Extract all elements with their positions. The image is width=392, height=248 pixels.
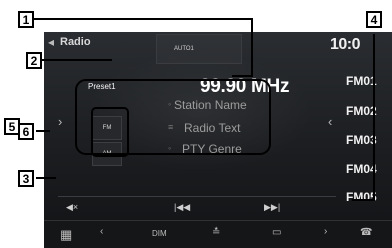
genre-icon: ◦ [168,143,172,153]
dim-button[interactable]: DIM [152,229,167,238]
callout-2: 2 [26,52,42,69]
callout-3: 3 [18,170,34,187]
mute-button[interactable]: ◀× [66,202,78,213]
station-icon: ◦ [168,99,172,109]
callout-4: 4 [366,11,382,28]
preset-item-4[interactable]: FM04 [346,162,377,176]
preset-label: Preset1 [88,82,116,91]
callout-6: 6 [18,123,34,140]
phone-icon[interactable]: ☎ [360,227,372,238]
mode-indicator-box [156,34,242,64]
frequency-display: 99.90 MHz [200,76,290,97]
window-title: Radio [60,36,91,48]
equalizer-icon[interactable]: ≛ [212,227,220,238]
callout-1: 1 [18,11,34,28]
home-grid-icon[interactable]: ▦ [60,227,72,243]
clock: 10:0 [330,36,361,53]
mode-indicator: AUTO1 [174,46,194,52]
screen-mirror-icon[interactable]: ▭ [272,227,281,238]
preset-item-3[interactable]: FM03 [346,133,377,147]
preset-item-5[interactable]: FM05 [346,190,377,204]
bottom-left-arrow-icon[interactable]: ‹ [100,226,103,237]
preset-item-2[interactable]: FM02 [346,104,377,118]
band-button-am[interactable]: AM [92,142,122,166]
preset-item-1[interactable]: FM01 [346,74,377,88]
band-button-fm[interactable]: FM [92,116,122,140]
text-icon: ≡ [168,122,174,132]
station-name: Station Name [174,98,247,112]
control-bar [58,196,336,219]
radio-text: Radio Text [184,121,241,135]
expand-left-arrow-icon[interactable]: › [58,114,62,129]
seek-back-button[interactable]: |◀◀ [174,202,190,213]
seek-forward-button[interactable]: ▶▶| [264,202,280,213]
radio-screen: ◂ Radio AUTO1 10:0 Preset1 99.90 MHz ◦ S… [44,32,392,248]
back-arrow-icon[interactable]: ◂ [48,35,54,49]
pty-genre: PTY Genre [182,142,242,156]
bottom-right-arrow-icon[interactable]: › [324,226,327,237]
